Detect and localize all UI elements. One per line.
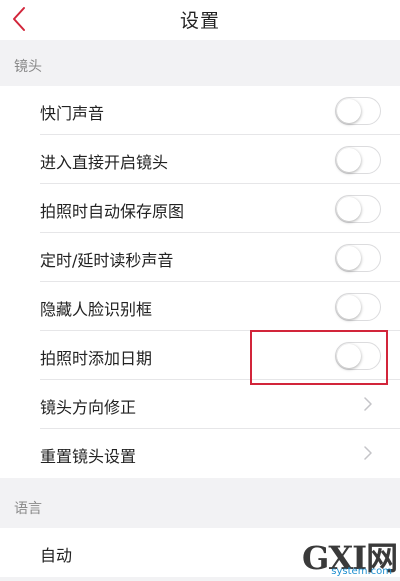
- timer-countdown-sound-toggle[interactable]: [335, 244, 381, 272]
- toggle-knob: [337, 148, 361, 172]
- section-title-language: 语言: [14, 501, 42, 517]
- setting-label: 快门声音: [40, 104, 105, 123]
- setting-label: 镜头方向修正: [40, 398, 137, 417]
- open-camera-directly-toggle[interactable]: [335, 146, 381, 174]
- toggle-knob: [337, 197, 361, 221]
- setting-auto-save-original[interactable]: 拍照时自动保存原图: [0, 184, 400, 233]
- setting-label: 拍照时添加日期: [40, 349, 153, 368]
- section-header-camera: 镜头: [0, 40, 400, 86]
- auto-save-original-toggle[interactable]: [335, 195, 381, 223]
- watermark-site: system.com: [331, 566, 392, 577]
- add-date-to-photo-toggle[interactable]: [335, 342, 381, 370]
- setting-hide-face-frame[interactable]: 隐藏人脸识别框: [0, 282, 400, 331]
- setting-shutter-sound[interactable]: 快门声音: [0, 86, 400, 135]
- setting-label: 隐藏人脸识别框: [40, 300, 153, 319]
- shutter-sound-toggle[interactable]: [335, 97, 381, 125]
- setting-camera-orientation-fix[interactable]: 镜头方向修正: [0, 380, 400, 429]
- chevron-right-icon: [364, 397, 372, 411]
- section-title-camera: 镜头: [14, 59, 42, 75]
- setting-label: 拍照时自动保存原图: [40, 202, 185, 221]
- camera-settings-list: 快门声音 进入直接开启镜头 拍照时自动保存原图 定时/延时读秒声音 隐藏人脸识别…: [0, 86, 400, 478]
- chevron-right-icon: [364, 446, 372, 460]
- setting-timer-countdown-sound[interactable]: 定时/延时读秒声音: [0, 233, 400, 282]
- toggle-knob: [337, 295, 361, 319]
- setting-open-camera-directly[interactable]: 进入直接开启镜头: [0, 135, 400, 184]
- setting-label: 重置镜头设置: [40, 447, 137, 466]
- setting-label: 定时/延时读秒声音: [40, 251, 174, 270]
- toggle-knob: [337, 344, 361, 368]
- nav-bar: 设置: [0, 0, 400, 40]
- setting-label: 进入直接开启镜头: [40, 153, 169, 172]
- hide-face-frame-toggle[interactable]: [335, 293, 381, 321]
- setting-add-date-to-photo[interactable]: 拍照时添加日期: [0, 331, 400, 380]
- watermark-logo: GXI网 system.com: [302, 537, 398, 577]
- section-header-language: 语言: [0, 482, 400, 528]
- toggle-knob: [337, 246, 361, 270]
- setting-reset-camera[interactable]: 重置镜头设置: [0, 429, 400, 478]
- setting-label: 自动: [40, 546, 73, 565]
- toggle-knob: [337, 99, 361, 123]
- page-title: 设置: [179, 10, 220, 32]
